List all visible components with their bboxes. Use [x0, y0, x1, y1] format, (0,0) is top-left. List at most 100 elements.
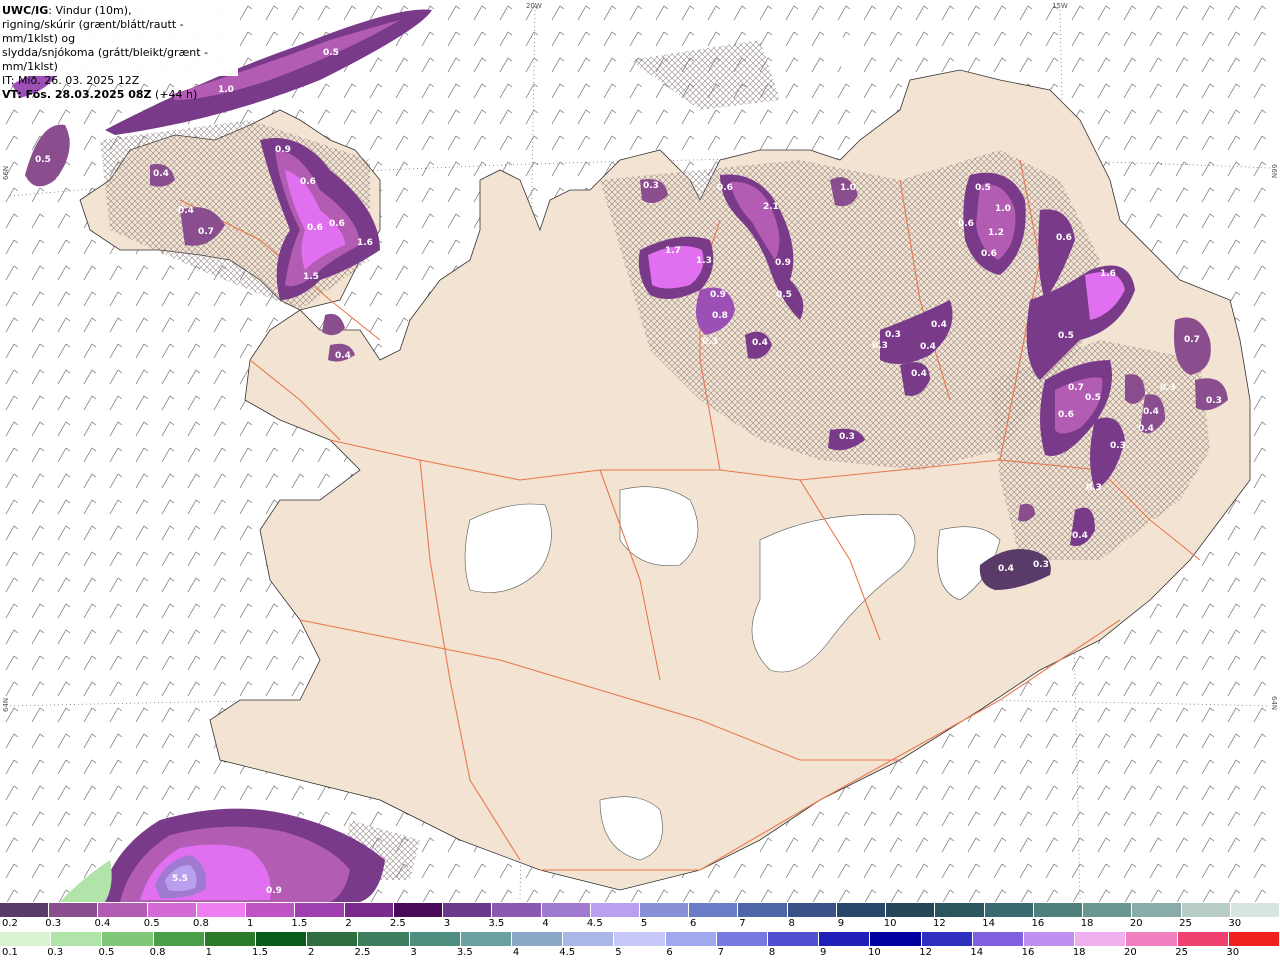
rain-legend-swatch	[665, 932, 717, 946]
precip-label: 0.3	[872, 341, 888, 351]
precip-label: 0.4	[153, 169, 169, 179]
snow-legend-swatch	[689, 903, 739, 917]
snow-legend-swatch	[640, 903, 690, 917]
precip-label: 0.3	[1110, 441, 1126, 451]
graticule-label-66n-right: 66N	[1270, 164, 1278, 178]
precip-label: 0.4	[178, 206, 194, 216]
rain-legend-tick-label: 12	[919, 947, 932, 958]
snow-legend-tick-label: 25	[1179, 918, 1192, 929]
precip-label: 0.3	[1206, 396, 1222, 406]
rain-legend-tick-label: 30	[1226, 947, 1240, 958]
precip-label: 0.4	[1143, 407, 1159, 417]
rain-legend-swatch	[1024, 932, 1076, 946]
rain-legend-tick-label: 2	[308, 947, 315, 958]
snow-legend-swatch	[295, 903, 345, 917]
snow-legend-tick-label: 12	[933, 918, 946, 929]
rain-legend-swatch	[460, 932, 512, 946]
snow-legend-ticks: 0.2 0.3 0.4 0.5 0.8 1 1.5 2 2.5 3 3.5 4 4.5 5 6 7 8 9 10 12…	[0, 918, 1280, 930]
snow-legend-tick-label: 7	[739, 918, 746, 929]
snow-legend-tick-label: 18	[1080, 918, 1094, 929]
snow-legend-tick-label: 0.8	[192, 918, 209, 929]
snow-legend-tick-label: 5	[640, 918, 648, 929]
snow-legend-tick-label: 4.5	[586, 918, 603, 929]
snow-legend-tick-label: 2.5	[389, 918, 406, 929]
forecast-info-box: UWC/IG: Vindur (10m), rigning/skúrir (gr…	[0, 0, 238, 101]
snow-legend-tick-label: 0.2	[2, 918, 18, 929]
rain-legend-swatch	[614, 932, 666, 946]
snow-legend-swatch	[344, 903, 394, 917]
precip-label: 0.6	[1058, 410, 1074, 420]
precip-label: 0.3	[837, 48, 853, 58]
snow-legend-swatch	[1132, 903, 1182, 917]
precip-label: 1.0	[840, 183, 856, 193]
rain-legend-tick-label: 25	[1175, 947, 1188, 958]
precip-label: 0.4	[920, 342, 936, 352]
rain-legend-tick-label: 6	[666, 947, 673, 958]
snow-legend-tick-label: 6	[690, 918, 697, 929]
rain-legend-swatch	[409, 932, 461, 946]
rain-legend-tick-label: 16	[1021, 947, 1035, 958]
rain-legend-tick-label: 3	[410, 947, 417, 958]
snow-legend-tick-label: 0.3	[45, 918, 62, 929]
rain-legend-tick-label: 1.5	[252, 947, 268, 958]
snow-legend-swatch	[1230, 903, 1280, 917]
snow-legend-swatch	[443, 903, 493, 917]
rain-legend-swatch	[819, 932, 871, 946]
snow-legend-tick-label: 1	[246, 918, 254, 929]
precip-label: 0.6	[307, 223, 323, 233]
rain-legend-swatch	[972, 932, 1024, 946]
precip-label: 0.4	[911, 369, 927, 379]
valid-time: VT: Fös. 28.03.2025 08Z	[2, 88, 152, 101]
forecast-map[interactable]: 0.5 1.0 0.3 0.5 0.4 0.9 0.6 0.4 0.7 0.6 …	[0, 0, 1280, 902]
snow-legend-tick-label: 1.5	[291, 918, 308, 929]
valid-time-line: VT: Fös. 28.03.2025 08Z (+44 h)	[2, 88, 238, 102]
rain-legend-tick-label: 0.3	[47, 947, 64, 958]
rain-legend-swatch	[256, 932, 308, 946]
snow-legend-swatch	[590, 903, 640, 917]
snow-legend-tick-label: 3	[443, 918, 451, 929]
rain-legend-tick-label: 10	[868, 947, 881, 958]
rain-legend-swatch	[870, 932, 922, 946]
precip-label: 2.1	[763, 202, 779, 212]
precip-label: 0.9	[775, 258, 791, 268]
precip-label: 1.6	[1100, 269, 1116, 279]
snow-legend-tick-label: 10	[883, 918, 897, 929]
rain-legend-tick-label: 4.5	[559, 947, 576, 958]
rain-legend-tick-label: 3.5	[456, 947, 473, 958]
rain-legend-tick-label: 0.5	[98, 947, 115, 958]
snow-legend-swatch	[196, 903, 247, 917]
precip-label: 0.4	[752, 338, 768, 348]
precip-label: 0.5	[35, 155, 51, 165]
precip-label: 0.9	[275, 145, 291, 155]
precip-label: 0.8	[712, 311, 728, 321]
rain-legend-swatch	[1228, 932, 1280, 946]
precip-label: 5.5	[172, 874, 188, 884]
variable-wind: : Vindur (10m),	[48, 4, 132, 17]
precip-label: 1.3	[696, 256, 712, 266]
precip-label: 0.3	[885, 330, 901, 340]
info-line-3: slydda/snjókoma (grátt/bleikt/grænt - mm…	[2, 46, 209, 73]
precip-label: 0.6	[1056, 233, 1072, 243]
snow-legend-swatch	[1033, 903, 1084, 917]
graticule-label-66n-left: 66N	[2, 166, 10, 180]
graticule-label-20w: 20W	[526, 2, 542, 10]
rain-legend-swatch	[307, 932, 359, 946]
rain-legend-swatch	[358, 932, 410, 946]
rain-legend-tick-label: 5	[615, 947, 622, 958]
rain-legend-swatch	[768, 932, 820, 946]
rain-legend-swatch	[0, 932, 52, 946]
rain-legend-tick-label: 0.8	[149, 947, 166, 958]
rain-legend-swatch	[51, 932, 103, 946]
snow-legend-tick-label: 14	[982, 918, 995, 929]
graticule-label-64n-left: 64N	[2, 698, 10, 712]
info-line-2: rigning/skúrir (grænt/blátt/rautt - mm/1…	[2, 18, 184, 45]
precip-label: 1.0	[995, 204, 1011, 214]
snow-legend-tick-label: 4	[542, 918, 549, 929]
snow-legend-swatch	[1181, 903, 1231, 917]
snow-legend-tick-label: 0.4	[94, 918, 111, 929]
snow-legend-tick-label: 9	[837, 918, 845, 929]
snow-legend-swatch	[246, 903, 296, 917]
snow-legend-tick-label: 3.5	[488, 918, 505, 929]
snow-legend-tick-label: 0.5	[143, 918, 160, 929]
precip-label: 0.3	[1086, 483, 1102, 493]
